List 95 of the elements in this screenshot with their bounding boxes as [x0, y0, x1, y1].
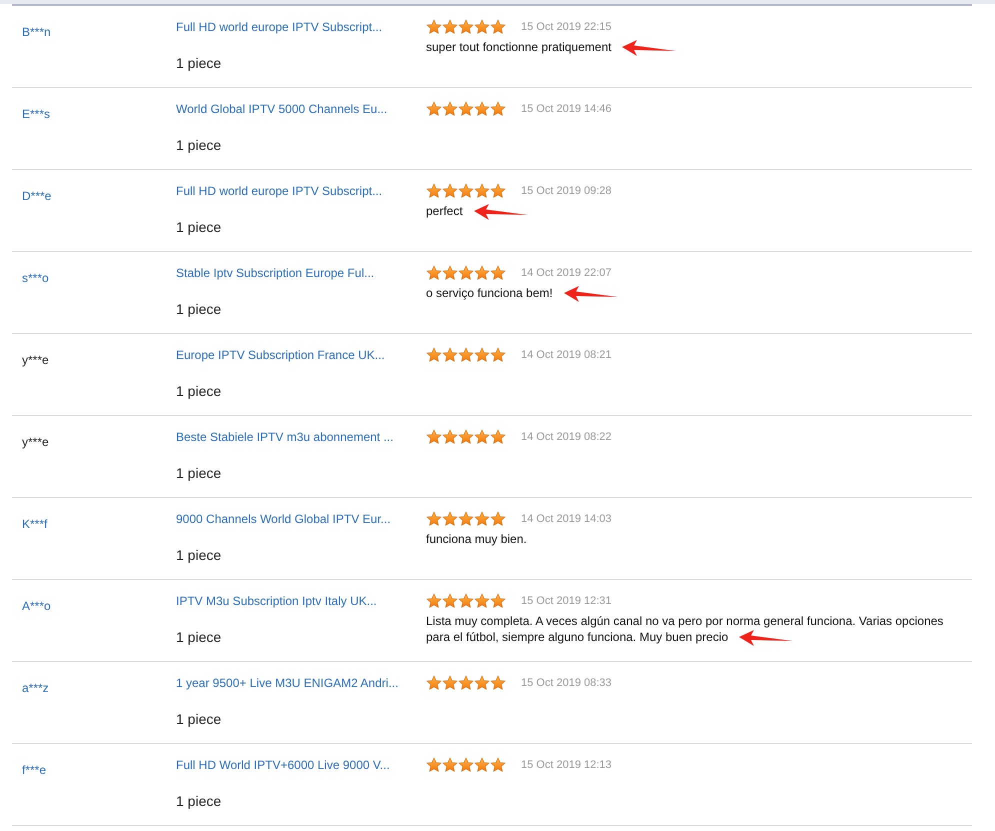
star-icon	[426, 511, 442, 527]
buyer-name: y***e	[22, 353, 49, 367]
review-date: 15 Oct 2019 09:28	[521, 184, 612, 199]
star-icon	[474, 101, 490, 117]
buyer-name[interactable]: f***e	[22, 763, 46, 777]
buyer-name[interactable]: E***s	[22, 107, 50, 121]
quantity-text: 1 piece	[176, 54, 222, 73]
star-icon	[426, 101, 442, 117]
review-comment: Lista muy completa. A veces algún canal no va pero por norma general funciona. Varias opciones para el fútbol, siempre alguno funciona. Muy buen precio	[426, 614, 944, 644]
star-icon	[442, 511, 458, 527]
product-link[interactable]: IPTV M3u Subscription Iptv Italy UK...	[176, 592, 377, 610]
buyer-name: y***e	[22, 435, 49, 449]
star-icon	[474, 757, 490, 773]
star-icon	[458, 19, 474, 35]
quantity-text: 1 piece	[176, 136, 222, 155]
star-icon	[490, 101, 506, 117]
buyer-name[interactable]: s***o	[22, 271, 49, 285]
buyer-name[interactable]: D***e	[22, 189, 52, 203]
star-icon	[426, 429, 442, 445]
star-icon	[442, 101, 458, 117]
review-date: 15 Oct 2019 12:13	[521, 758, 612, 773]
product-link[interactable]: Beste Stabiele IPTV m3u abonnement ...	[176, 428, 394, 446]
star-icon	[490, 265, 506, 281]
star-icon	[442, 593, 458, 609]
quantity-text: 1 piece	[176, 464, 222, 483]
star-icon	[490, 757, 506, 773]
buyer-name[interactable]: B***n	[22, 25, 51, 39]
review-date: 15 Oct 2019 12:31	[521, 594, 612, 609]
star-icon	[490, 675, 506, 691]
quantity-text: 1 piece	[176, 628, 222, 647]
star-icon	[474, 347, 490, 363]
star-icon	[458, 593, 474, 609]
product-link[interactable]: Full HD world europe IPTV Subscript...	[176, 18, 382, 36]
star-icon	[426, 19, 442, 35]
review-date: 14 Oct 2019 08:22	[521, 430, 612, 445]
star-icon	[426, 347, 442, 363]
star-icon	[474, 593, 490, 609]
star-icon	[426, 593, 442, 609]
quantity-text: 1 piece	[176, 792, 222, 811]
star-icon	[458, 101, 474, 117]
star-icon	[474, 429, 490, 445]
product-link[interactable]: 1 year 9500+ Live M3U ENIGAM2 Andri...	[176, 674, 398, 692]
review-comment: funciona muy bien.	[426, 532, 527, 546]
star-icon	[442, 183, 458, 199]
review-comment: perfect	[426, 204, 463, 218]
review-date: 15 Oct 2019 08:33	[521, 676, 612, 691]
product-link[interactable]: Stable Iptv Subscription Europe Ful...	[176, 264, 374, 282]
star-icon	[458, 429, 474, 445]
star-icon	[426, 183, 442, 199]
quantity-text: 1 piece	[176, 382, 222, 401]
product-link[interactable]: Europe IPTV Subscription France UK...	[176, 346, 385, 364]
star-icon	[426, 675, 442, 691]
star-icon	[490, 593, 506, 609]
buyer-name[interactable]: a***z	[22, 681, 49, 695]
star-icon	[474, 511, 490, 527]
star-icon	[442, 429, 458, 445]
star-icon	[458, 347, 474, 363]
star-icon	[458, 265, 474, 281]
product-link[interactable]: Full HD world europe IPTV Subscript...	[176, 182, 382, 200]
star-icon	[426, 265, 442, 281]
star-icon	[426, 757, 442, 773]
quantity-text: 1 piece	[176, 300, 222, 319]
star-icon	[458, 757, 474, 773]
star-icon	[490, 183, 506, 199]
product-link[interactable]: World Global IPTV 5000 Channels Eu...	[176, 100, 388, 118]
review-date: 14 Oct 2019 08:21	[521, 348, 612, 363]
star-icon	[442, 347, 458, 363]
star-icon	[474, 19, 490, 35]
star-icon	[474, 183, 490, 199]
star-icon	[442, 675, 458, 691]
star-icon	[442, 265, 458, 281]
product-link[interactable]: Full HD World IPTV+6000 Live 9000 V...	[176, 756, 390, 774]
review-comment: o serviço funciona bem!	[426, 286, 553, 300]
buyer-name[interactable]: A***o	[22, 599, 51, 613]
review-date: 14 Oct 2019 22:07	[521, 266, 612, 281]
star-icon	[458, 511, 474, 527]
review-date: 14 Oct 2019 14:03	[521, 512, 612, 527]
star-icon	[474, 265, 490, 281]
review-date: 15 Oct 2019 22:15	[521, 20, 612, 35]
review-comment: super tout fonctionne pratiquement	[426, 40, 612, 54]
star-icon	[442, 19, 458, 35]
star-icon	[458, 675, 474, 691]
product-link[interactable]: 9000 Channels World Global IPTV Eur...	[176, 510, 391, 528]
star-icon	[490, 429, 506, 445]
star-icon	[458, 183, 474, 199]
quantity-text: 1 piece	[176, 546, 222, 565]
buyer-name[interactable]: K***f	[22, 517, 48, 531]
star-icon	[442, 757, 458, 773]
review-date: 15 Oct 2019 14:46	[521, 102, 612, 117]
star-icon	[490, 19, 506, 35]
star-icon	[490, 511, 506, 527]
quantity-text: 1 piece	[176, 218, 222, 237]
star-icon	[490, 347, 506, 363]
star-icon	[474, 675, 490, 691]
quantity-text: 1 piece	[176, 710, 222, 729]
